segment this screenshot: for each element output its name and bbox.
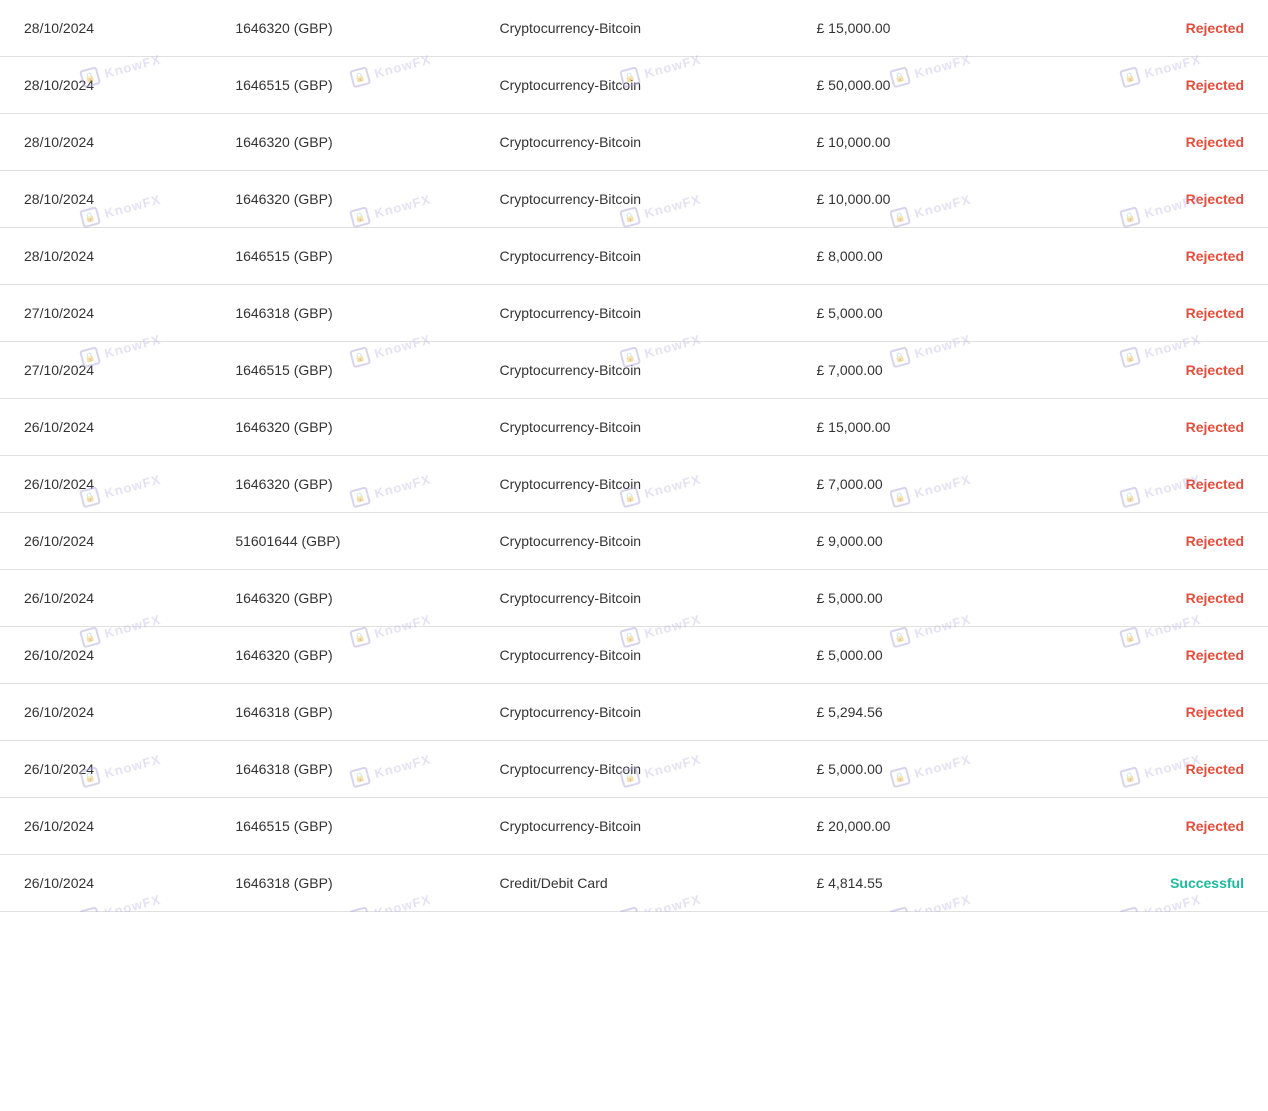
row-account: 1646320 (GBP) xyxy=(211,627,475,684)
row-date: 28/10/2024 xyxy=(0,171,211,228)
table-row: 26/10/2024 1646320 (GBP) Cryptocurrency-… xyxy=(0,399,1268,456)
table-row: 26/10/2024 51601644 (GBP) Cryptocurrency… xyxy=(0,513,1268,570)
row-date: 28/10/2024 xyxy=(0,114,211,171)
table-row: 28/10/2024 1646515 (GBP) Cryptocurrency-… xyxy=(0,57,1268,114)
table-row: 26/10/2024 1646320 (GBP) Cryptocurrency-… xyxy=(0,570,1268,627)
row-status: Rejected xyxy=(1057,0,1268,57)
row-account: 1646320 (GBP) xyxy=(211,114,475,171)
row-date: 27/10/2024 xyxy=(0,342,211,399)
row-amount: £ 5,000.00 xyxy=(792,570,1056,627)
table-row: 26/10/2024 1646318 (GBP) Cryptocurrency-… xyxy=(0,741,1268,798)
row-type: Cryptocurrency-Bitcoin xyxy=(475,798,792,855)
row-type: Cryptocurrency-Bitcoin xyxy=(475,456,792,513)
row-amount: £ 5,000.00 xyxy=(792,285,1056,342)
row-status: Rejected xyxy=(1057,798,1268,855)
row-type: Cryptocurrency-Bitcoin xyxy=(475,399,792,456)
row-status: Rejected xyxy=(1057,285,1268,342)
row-date: 27/10/2024 xyxy=(0,285,211,342)
row-type: Cryptocurrency-Bitcoin xyxy=(475,171,792,228)
table-row: 26/10/2024 1646318 (GBP) Cryptocurrency-… xyxy=(0,684,1268,741)
row-amount: £ 4,814.55 xyxy=(792,855,1056,912)
row-date: 26/10/2024 xyxy=(0,798,211,855)
table-row: 27/10/2024 1646515 (GBP) Cryptocurrency-… xyxy=(0,342,1268,399)
row-amount: £ 5,000.00 xyxy=(792,627,1056,684)
table-row: 26/10/2024 1646320 (GBP) Cryptocurrency-… xyxy=(0,627,1268,684)
row-status: Rejected xyxy=(1057,513,1268,570)
transactions-table-container: 🔒KnowFX🔒KnowFX🔒KnowFX🔒KnowFX🔒KnowFX🔒Know… xyxy=(0,0,1268,912)
row-date: 26/10/2024 xyxy=(0,684,211,741)
row-account: 1646320 (GBP) xyxy=(211,171,475,228)
row-status: Rejected xyxy=(1057,114,1268,171)
row-status: Rejected xyxy=(1057,684,1268,741)
row-date: 26/10/2024 xyxy=(0,741,211,798)
row-date: 28/10/2024 xyxy=(0,0,211,57)
table-row: 27/10/2024 1646318 (GBP) Cryptocurrency-… xyxy=(0,285,1268,342)
row-type: Cryptocurrency-Bitcoin xyxy=(475,285,792,342)
table-row: 26/10/2024 1646515 (GBP) Cryptocurrency-… xyxy=(0,798,1268,855)
row-account: 51601644 (GBP) xyxy=(211,513,475,570)
row-type: Cryptocurrency-Bitcoin xyxy=(475,627,792,684)
row-type: Cryptocurrency-Bitcoin xyxy=(475,57,792,114)
row-amount: £ 50,000.00 xyxy=(792,57,1056,114)
row-status: Rejected xyxy=(1057,342,1268,399)
row-account: 1646318 (GBP) xyxy=(211,741,475,798)
table-row: 26/10/2024 1646320 (GBP) Cryptocurrency-… xyxy=(0,456,1268,513)
row-status: Rejected xyxy=(1057,741,1268,798)
row-date: 28/10/2024 xyxy=(0,57,211,114)
row-account: 1646320 (GBP) xyxy=(211,456,475,513)
table-row: 28/10/2024 1646515 (GBP) Cryptocurrency-… xyxy=(0,228,1268,285)
row-account: 1646320 (GBP) xyxy=(211,399,475,456)
row-account: 1646320 (GBP) xyxy=(211,0,475,57)
row-account: 1646320 (GBP) xyxy=(211,570,475,627)
row-amount: £ 10,000.00 xyxy=(792,114,1056,171)
row-amount: £ 7,000.00 xyxy=(792,342,1056,399)
table-row: 28/10/2024 1646320 (GBP) Cryptocurrency-… xyxy=(0,114,1268,171)
row-type: Cryptocurrency-Bitcoin xyxy=(475,513,792,570)
row-type: Credit/Debit Card xyxy=(475,855,792,912)
row-amount: £ 9,000.00 xyxy=(792,513,1056,570)
transactions-table: 28/10/2024 1646320 (GBP) Cryptocurrency-… xyxy=(0,0,1268,912)
table-row: 26/10/2024 1646318 (GBP) Credit/Debit Ca… xyxy=(0,855,1268,912)
row-amount: £ 10,000.00 xyxy=(792,171,1056,228)
row-amount: £ 20,000.00 xyxy=(792,798,1056,855)
row-date: 28/10/2024 xyxy=(0,228,211,285)
row-type: Cryptocurrency-Bitcoin xyxy=(475,342,792,399)
row-status: Rejected xyxy=(1057,456,1268,513)
row-amount: £ 5,294.56 xyxy=(792,684,1056,741)
row-account: 1646515 (GBP) xyxy=(211,798,475,855)
row-date: 26/10/2024 xyxy=(0,570,211,627)
row-type: Cryptocurrency-Bitcoin xyxy=(475,114,792,171)
row-account: 1646318 (GBP) xyxy=(211,285,475,342)
row-amount: £ 15,000.00 xyxy=(792,399,1056,456)
table-row: 28/10/2024 1646320 (GBP) Cryptocurrency-… xyxy=(0,0,1268,57)
row-amount: £ 7,000.00 xyxy=(792,456,1056,513)
row-status: Rejected xyxy=(1057,627,1268,684)
row-amount: £ 5,000.00 xyxy=(792,741,1056,798)
row-account: 1646318 (GBP) xyxy=(211,684,475,741)
row-status: Rejected xyxy=(1057,171,1268,228)
row-amount: £ 15,000.00 xyxy=(792,0,1056,57)
row-type: Cryptocurrency-Bitcoin xyxy=(475,741,792,798)
row-type: Cryptocurrency-Bitcoin xyxy=(475,570,792,627)
row-status: Rejected xyxy=(1057,228,1268,285)
row-status: Successful xyxy=(1057,855,1268,912)
row-status: Rejected xyxy=(1057,399,1268,456)
row-date: 26/10/2024 xyxy=(0,513,211,570)
row-date: 26/10/2024 xyxy=(0,627,211,684)
row-date: 26/10/2024 xyxy=(0,456,211,513)
row-type: Cryptocurrency-Bitcoin xyxy=(475,684,792,741)
row-status: Rejected xyxy=(1057,570,1268,627)
row-account: 1646515 (GBP) xyxy=(211,57,475,114)
row-account: 1646515 (GBP) xyxy=(211,228,475,285)
row-date: 26/10/2024 xyxy=(0,399,211,456)
row-date: 26/10/2024 xyxy=(0,855,211,912)
row-type: Cryptocurrency-Bitcoin xyxy=(475,0,792,57)
table-row: 28/10/2024 1646320 (GBP) Cryptocurrency-… xyxy=(0,171,1268,228)
row-type: Cryptocurrency-Bitcoin xyxy=(475,228,792,285)
row-amount: £ 8,000.00 xyxy=(792,228,1056,285)
row-account: 1646318 (GBP) xyxy=(211,855,475,912)
row-status: Rejected xyxy=(1057,57,1268,114)
row-account: 1646515 (GBP) xyxy=(211,342,475,399)
